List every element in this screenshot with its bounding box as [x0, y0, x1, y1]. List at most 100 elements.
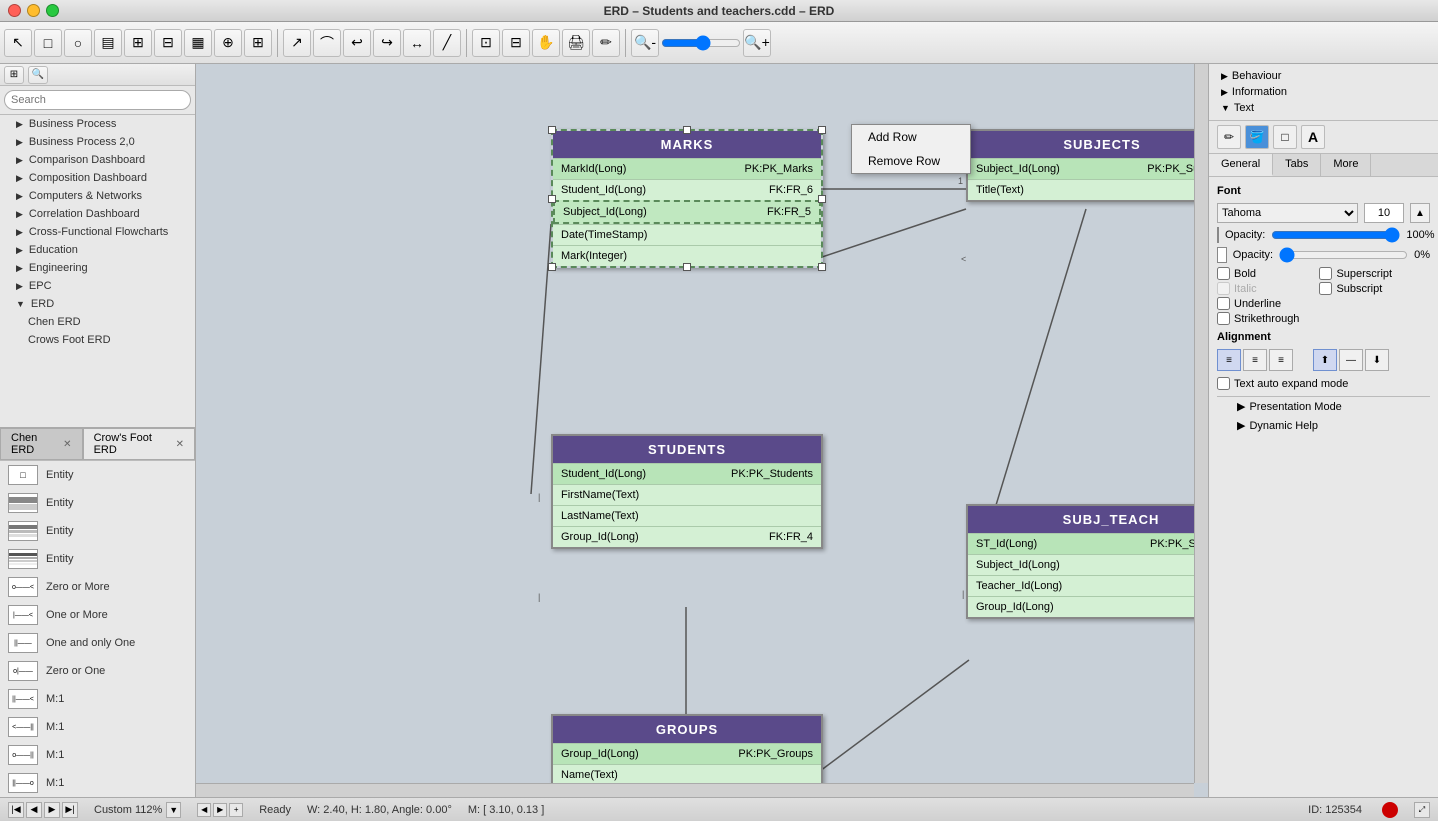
font-size-input[interactable] — [1364, 203, 1404, 223]
remove-tool[interactable]: ⊟ — [154, 29, 182, 57]
italic-checkbox[interactable] — [1217, 282, 1230, 295]
strikethrough-checkbox[interactable] — [1217, 312, 1230, 325]
split-tool[interactable]: ▦ — [184, 29, 212, 57]
sidebar-item-business-process-2[interactable]: ▶ Business Process 2,0 — [0, 133, 195, 151]
handle-t[interactable] — [683, 126, 691, 134]
shape-m1-3[interactable]: o——|| M:1 — [0, 741, 195, 769]
expand-btn[interactable]: ⤢ — [1414, 802, 1430, 818]
students-row-2[interactable]: LastName(Text) — [553, 505, 821, 526]
shape-entity-3[interactable]: Entity — [0, 517, 195, 545]
handle-b[interactable] — [683, 263, 691, 271]
pen-tool[interactable]: ✏ — [592, 29, 620, 57]
handle-l[interactable] — [548, 195, 556, 203]
search-btn[interactable]: 🔍 — [28, 66, 48, 84]
line-tool[interactable]: ╱ — [433, 29, 461, 57]
minimize-button[interactable] — [27, 4, 40, 17]
close-chen-erd[interactable]: ✕ — [63, 439, 71, 450]
shape-m1-4[interactable]: ||——o M:1 — [0, 769, 195, 797]
align-top-btn[interactable]: ⬆ — [1313, 349, 1337, 371]
sidebar-item-crossfunctional[interactable]: ▶ Cross-Functional Flowcharts — [0, 223, 195, 241]
cursor-tool[interactable]: ↗ — [283, 29, 311, 57]
zoom-out-btn[interactable]: 🔍- — [631, 29, 659, 57]
page-next-btn[interactable]: ▶ — [213, 803, 227, 817]
sidebar-item-computers[interactable]: ▶ Computers & Networks — [0, 187, 195, 205]
grid2-tool[interactable]: ⊞ — [244, 29, 272, 57]
tree-text[interactable]: ▼ Text — [1217, 100, 1430, 116]
add-tool[interactable]: ⊕ — [214, 29, 242, 57]
sidebar-item-composition[interactable]: ▶ Composition Dashboard — [0, 169, 195, 187]
sidebar-item-engineering[interactable]: ▶ Engineering — [0, 259, 195, 277]
shape-entity-1[interactable]: □ Entity — [0, 461, 195, 489]
table-students[interactable]: STUDENTS Student_Id(Long) PK:PK_Students… — [551, 434, 823, 549]
sidebar-item-business-process[interactable]: ▶ Business Process — [0, 115, 195, 133]
nav-first-btn[interactable]: |◀ — [8, 802, 24, 818]
text-auto-expand-checkbox[interactable] — [1217, 377, 1230, 390]
opacity-slider-1[interactable] — [1271, 229, 1400, 241]
tab-tabs[interactable]: Tabs — [1273, 154, 1321, 176]
subjects-row-0[interactable]: Subject_Id(Long) PK:PK_Subjects — [968, 158, 1208, 179]
opacity-slider-2[interactable] — [1279, 249, 1408, 261]
subj-teach-row-3[interactable]: Group_Id(Long) FK:FR_1 — [968, 596, 1208, 617]
scrollbar-vertical[interactable] — [1194, 64, 1208, 783]
context-menu-remove-row[interactable]: Remove Row — [852, 149, 970, 173]
page-add-btn[interactable]: + — [229, 803, 243, 817]
zoom-dropdown-btn[interactable]: ▼ — [166, 802, 181, 818]
superscript-checkbox[interactable] — [1319, 267, 1332, 280]
shape-one-and-only-one[interactable]: ||—— One and only One — [0, 629, 195, 657]
sidebar-item-education[interactable]: ▶ Education — [0, 241, 195, 259]
font-name-select[interactable]: Tahoma — [1217, 203, 1358, 223]
students-row-1[interactable]: FirstName(Text) — [553, 484, 821, 505]
marks-row-0[interactable]: MarkId(Long) PK:PK_Marks — [553, 158, 821, 179]
rect-tool[interactable]: □ — [34, 29, 62, 57]
close-crows-foot-erd[interactable]: ✕ — [176, 439, 184, 450]
arc-tool[interactable]: ⌒ — [313, 29, 341, 57]
zoom-sel[interactable]: ⊟ — [502, 29, 530, 57]
subj-teach-row-2[interactable]: Teacher_Id(Long) FK:FR_2 — [968, 575, 1208, 596]
tab-general[interactable]: General — [1209, 154, 1273, 176]
window-controls[interactable] — [8, 4, 59, 17]
subj-teach-row-1[interactable]: Subject_Id(Long) FK:FR_3 — [968, 554, 1208, 575]
align-center-btn[interactable]: ≡ — [1243, 349, 1267, 371]
handle-tr[interactable] — [818, 126, 826, 134]
sidebar-item-epc[interactable]: ▶ EPC — [0, 277, 195, 295]
subj-teach-row-0[interactable]: ST_Id(Long) PK:PK_Subj_Teach — [968, 533, 1208, 554]
sidebar-item-comparison[interactable]: ▶ Comparison Dashboard — [0, 151, 195, 169]
tab-more[interactable]: More — [1321, 154, 1371, 176]
connect-tool[interactable]: ↔ — [403, 29, 431, 57]
shape-entity-2[interactable]: Entity — [0, 489, 195, 517]
align-bottom-btn[interactable]: ⬇ — [1365, 349, 1389, 371]
context-menu-add-row[interactable]: Add Row — [852, 125, 970, 149]
grid-tool[interactable]: ⊞ — [124, 29, 152, 57]
table-groups[interactable]: GROUPS Group_Id(Long) PK:PK_Groups Name(… — [551, 714, 823, 787]
marks-row-3[interactable]: Date(TimeStamp) — [553, 224, 821, 245]
fill-icon[interactable]: 🪣 — [1245, 125, 1269, 149]
marks-row-1[interactable]: Student_Id(Long) FK:FR_6 — [553, 179, 821, 200]
students-row-0[interactable]: Student_Id(Long) PK:PK_Students — [553, 463, 821, 484]
groups-row-1[interactable]: Name(Text) — [553, 764, 821, 785]
shape-zero-or-more[interactable]: o——< Zero or More — [0, 573, 195, 601]
menu-presentation-mode[interactable]: ▶ Presentation Mode — [1217, 397, 1430, 416]
bg-color-swatch[interactable] — [1217, 247, 1227, 263]
groups-row-0[interactable]: Group_Id(Long) PK:PK_Groups — [553, 743, 821, 764]
marks-row-2[interactable]: Subject_Id(Long) FK:FR_5 — [553, 200, 821, 224]
shape-entity-4[interactable]: Entity — [0, 545, 195, 573]
shape-one-or-more[interactable]: |——< One or More — [0, 601, 195, 629]
font-color-swatch[interactable] — [1217, 227, 1219, 243]
shape-m1-1[interactable]: ||——< M:1 — [0, 685, 195, 713]
sidebar-item-erd[interactable]: ▼ ERD — [0, 295, 195, 313]
format-text-icon[interactable]: ✏ — [1217, 125, 1241, 149]
shape-m1-2[interactable]: <——|| M:1 — [0, 713, 195, 741]
handle-bl[interactable] — [548, 263, 556, 271]
subjects-row-1[interactable]: Title(Text) — [968, 179, 1208, 200]
select-tool[interactable]: ↖ — [4, 29, 32, 57]
table-subjects[interactable]: SUBJECTS Subject_Id(Long) PK:PK_Subjects… — [966, 129, 1208, 202]
align-right-btn[interactable]: ≡ — [1269, 349, 1293, 371]
handle-tl[interactable] — [548, 126, 556, 134]
close-button[interactable] — [8, 4, 21, 17]
scrollbar-horizontal[interactable] — [196, 783, 1194, 797]
menu-dynamic-help[interactable]: ▶ Dynamic Help — [1217, 416, 1430, 435]
tab-crows-foot-erd[interactable]: Crow's Foot ERD ✕ — [83, 428, 195, 459]
nav-last-btn[interactable]: ▶| — [62, 802, 78, 818]
page-prev-btn[interactable]: ◀ — [197, 803, 211, 817]
handle-br[interactable] — [818, 263, 826, 271]
